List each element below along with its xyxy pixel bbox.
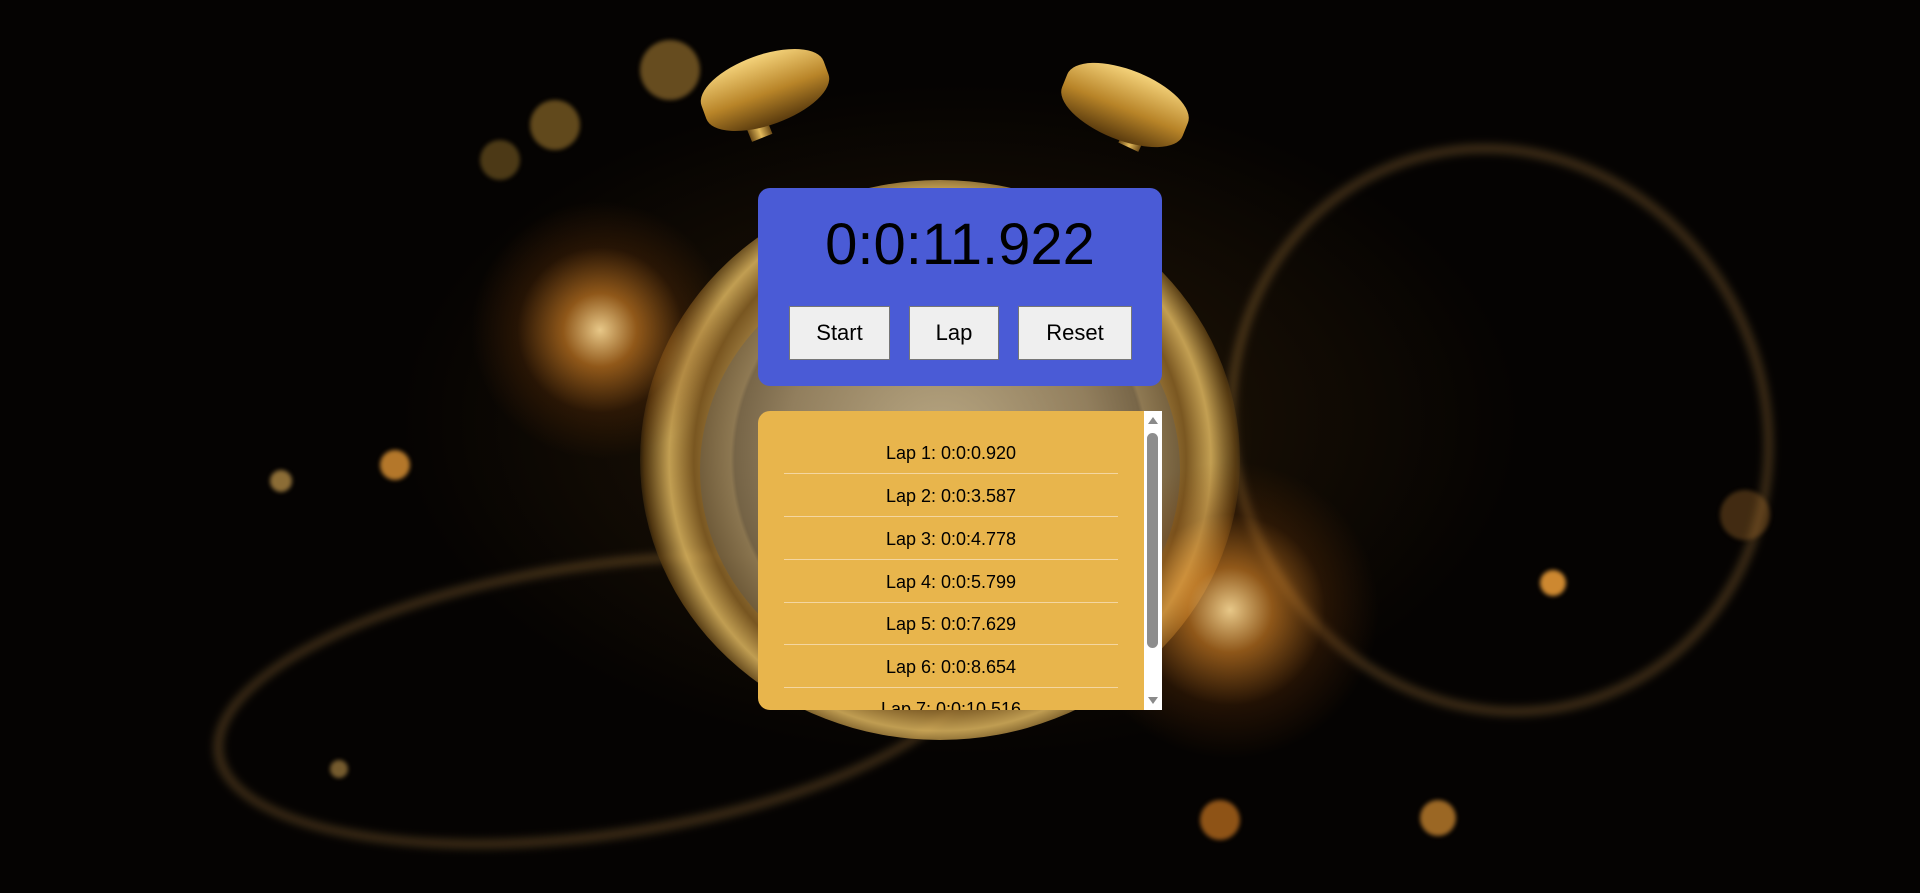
firework-burst-left xyxy=(470,200,730,460)
stopwatch-panel: 0:0:11.922 Start Lap Reset xyxy=(758,188,1162,386)
lap-item: Lap 4: 0:0:5.799 xyxy=(784,561,1118,603)
bokeh-light xyxy=(530,100,580,150)
start-button[interactable]: Start xyxy=(789,306,890,360)
bokeh-light xyxy=(1200,800,1240,840)
bokeh-light xyxy=(480,140,520,180)
bokeh-light xyxy=(380,450,410,480)
laps-list: Lap 1: 0:0:0.920 Lap 2: 0:0:3.587 Lap 3:… xyxy=(758,411,1145,710)
lap-item: Lap 7: 0:0:10.516 xyxy=(784,688,1118,710)
lap-item: Lap 6: 0:0:8.654 xyxy=(784,646,1118,688)
laps-scrollbar[interactable] xyxy=(1144,411,1162,710)
scroll-down-arrow-icon[interactable] xyxy=(1148,697,1158,704)
bokeh-light xyxy=(1540,570,1566,596)
reset-button[interactable]: Reset xyxy=(1018,306,1132,360)
bokeh-light xyxy=(1720,490,1770,540)
bokeh-light xyxy=(1420,800,1456,836)
bokeh-light xyxy=(330,760,348,778)
lap-item: Lap 2: 0:0:3.587 xyxy=(784,475,1118,517)
bokeh-light xyxy=(270,470,292,492)
lap-item: Lap 5: 0:0:7.629 xyxy=(784,603,1118,645)
lap-item: Lap 3: 0:0:4.778 xyxy=(784,518,1118,560)
scrollbar-thumb[interactable] xyxy=(1147,433,1158,648)
time-display: 0:0:11.922 xyxy=(825,212,1095,277)
scroll-up-arrow-icon[interactable] xyxy=(1148,417,1158,424)
bokeh-light xyxy=(640,40,700,100)
lap-button[interactable]: Lap xyxy=(909,306,999,360)
lap-item: Lap 1: 0:0:0.920 xyxy=(784,432,1118,474)
laps-panel: Lap 1: 0:0:0.920 Lap 2: 0:0:3.587 Lap 3:… xyxy=(758,411,1162,710)
